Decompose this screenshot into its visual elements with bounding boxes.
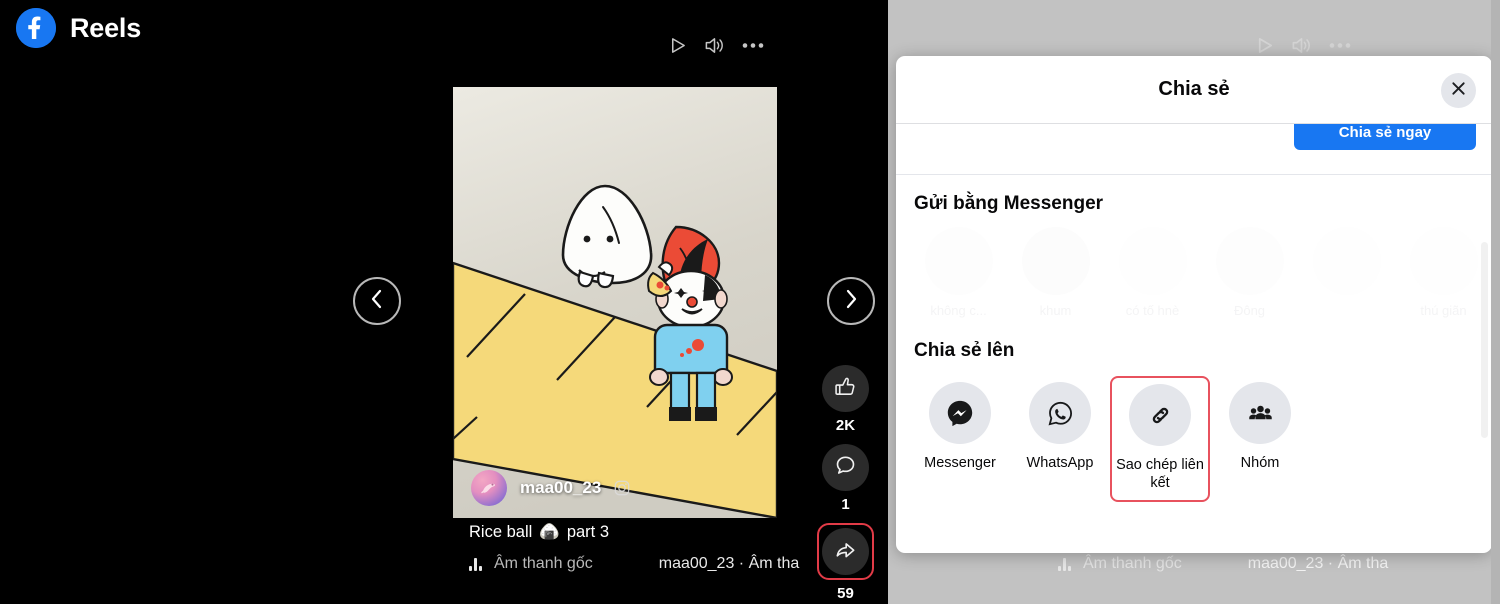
share-target-messenger[interactable]: Messenger bbox=[910, 376, 1010, 480]
prev-reel-button[interactable] bbox=[353, 277, 401, 325]
contact-name: thú giãn bbox=[1420, 303, 1467, 318]
share-dialog-title: Chia sẻ bbox=[1158, 78, 1230, 100]
caption-text: Rice ball bbox=[469, 523, 533, 541]
avatar bbox=[1312, 227, 1381, 295]
share-target-label: WhatsApp bbox=[1026, 455, 1094, 471]
list-item[interactable]: không c... bbox=[910, 227, 1007, 318]
avatar bbox=[1409, 227, 1478, 295]
share-count: 59 bbox=[837, 585, 854, 602]
play-icon[interactable] bbox=[668, 36, 687, 55]
like-action: 2K bbox=[822, 365, 869, 444]
share-target-label: Messenger bbox=[924, 455, 996, 471]
audio-credit: maa00_23 · Âm tha bbox=[658, 555, 800, 572]
reel-audio-row[interactable]: Âm thanh gốc maa00_23 · Âm tha bbox=[469, 555, 799, 573]
avatar bbox=[1215, 227, 1284, 295]
share-dialog-body[interactable]: Chia sẻ ngay Gửi bằng Messenger không c.… bbox=[896, 124, 1492, 553]
share-target-label: Sao chép liên kết bbox=[1116, 457, 1204, 492]
reel-video[interactable]: maa00_23 bbox=[453, 87, 777, 518]
thumbs-up-icon bbox=[833, 374, 858, 404]
reels-page: Reels maa00_23 Rice ball 🍙 part 3 Âm tha… bbox=[0, 0, 1500, 604]
comment-bubble-icon bbox=[833, 453, 858, 483]
ghost-audio-row: Âm thanh gốc maa00_23 · Âm tha bbox=[1058, 555, 1388, 573]
ghost-video-controls bbox=[1255, 35, 1351, 56]
share-to-section-title: Chia sẻ lên bbox=[914, 340, 1015, 361]
group-people-icon bbox=[1229, 382, 1291, 444]
share-target-label: Nhóm bbox=[1240, 455, 1280, 471]
share-now-band: Chia sẻ ngay bbox=[896, 124, 1492, 175]
instagram-icon bbox=[614, 480, 630, 496]
share-highlight-box bbox=[817, 523, 874, 580]
more-options-icon[interactable] bbox=[742, 42, 764, 49]
page-scrollbar-thumb[interactable] bbox=[1491, 0, 1500, 604]
next-reel-button[interactable] bbox=[827, 277, 875, 325]
share-action: 59 bbox=[817, 523, 874, 604]
messenger-section-title: Gửi bằng Messenger bbox=[914, 193, 1104, 214]
dialog-scrollbar-thumb[interactable] bbox=[1481, 242, 1488, 438]
close-button[interactable] bbox=[1441, 73, 1476, 108]
chevron-left-icon bbox=[369, 288, 385, 315]
list-item[interactable]: có tố hnè bbox=[1104, 227, 1201, 318]
audio-waveform-icon bbox=[469, 557, 482, 571]
reel-caption: Rice ball 🍙 part 3 bbox=[469, 523, 609, 542]
messenger-contacts-row: không c... khum có tố hnè Đông thú giãn bbox=[896, 215, 1492, 318]
share-targets-row: Messenger WhatsApp Sao chép liên kết Nhó… bbox=[896, 362, 1492, 503]
author-name: maa00_23 bbox=[520, 478, 602, 497]
list-item[interactable]: Đông bbox=[1201, 227, 1298, 318]
facebook-logo-icon[interactable] bbox=[16, 8, 56, 48]
share-now-button[interactable]: Chia sẻ ngay bbox=[1294, 124, 1476, 150]
ghost-audio-credit: maa00_23 · Âm tha bbox=[1247, 555, 1389, 572]
app-header: Reels bbox=[16, 8, 141, 48]
messenger-icon bbox=[929, 382, 991, 444]
list-item[interactable] bbox=[1298, 227, 1395, 318]
audio-label: Âm thanh gốc bbox=[494, 555, 593, 572]
list-item[interactable]: thú giãn bbox=[1395, 227, 1492, 318]
contact-name: không c... bbox=[930, 303, 987, 318]
like-count: 2K bbox=[835, 417, 856, 434]
share-target-group[interactable]: Nhóm bbox=[1210, 376, 1310, 480]
caption-emoji: 🍙 bbox=[539, 523, 560, 541]
like-button[interactable] bbox=[822, 365, 869, 412]
share-arrow-icon bbox=[833, 537, 858, 567]
video-controls bbox=[668, 35, 764, 56]
contact-name: khum bbox=[1039, 303, 1072, 318]
share-dialog-header: Chia sẻ bbox=[896, 56, 1492, 124]
share-target-whatsapp[interactable]: WhatsApp bbox=[1010, 376, 1110, 480]
comment-action: 1 bbox=[822, 444, 869, 523]
ghost-volume-icon bbox=[1292, 38, 1310, 53]
whatsapp-icon bbox=[1029, 382, 1091, 444]
share-dialog: Chia sẻ Chia sẻ ngay Gửi bằng Messenger … bbox=[896, 56, 1492, 553]
comment-count: 1 bbox=[841, 496, 850, 513]
volume-on-icon[interactable] bbox=[703, 35, 726, 56]
ghost-audio-waveform-icon bbox=[1058, 557, 1071, 571]
reel-artwork bbox=[453, 87, 777, 518]
link-chain-icon bbox=[1129, 384, 1191, 446]
share-target-copy-link[interactable]: Sao chép liên kết bbox=[1110, 376, 1210, 503]
comment-button[interactable] bbox=[822, 444, 869, 491]
chevron-right-icon bbox=[843, 288, 859, 315]
share-button[interactable] bbox=[822, 528, 869, 575]
reel-action-rail: 2K 1 59 bbox=[817, 365, 874, 604]
dialog-scrollbar-track[interactable] bbox=[1481, 124, 1490, 553]
caption-suffix: part 3 bbox=[566, 523, 610, 541]
avatar bbox=[1118, 227, 1187, 295]
ghost-audio-label: Âm thanh gốc bbox=[1083, 555, 1182, 572]
ghost-more-icon bbox=[1329, 43, 1351, 48]
avatar[interactable] bbox=[471, 470, 507, 506]
avatar bbox=[924, 227, 993, 295]
reel-author[interactable]: maa00_23 bbox=[471, 470, 630, 506]
contact-name: có tố hnè bbox=[1125, 303, 1180, 318]
page-title: Reels bbox=[70, 12, 142, 43]
ghost-play-icon bbox=[1258, 37, 1273, 54]
close-icon bbox=[1450, 80, 1467, 102]
avatar bbox=[1021, 227, 1090, 295]
contact-name: Đông bbox=[1233, 303, 1266, 318]
list-item[interactable]: khum bbox=[1007, 227, 1104, 318]
page-scrollbar-track[interactable] bbox=[1491, 0, 1500, 604]
